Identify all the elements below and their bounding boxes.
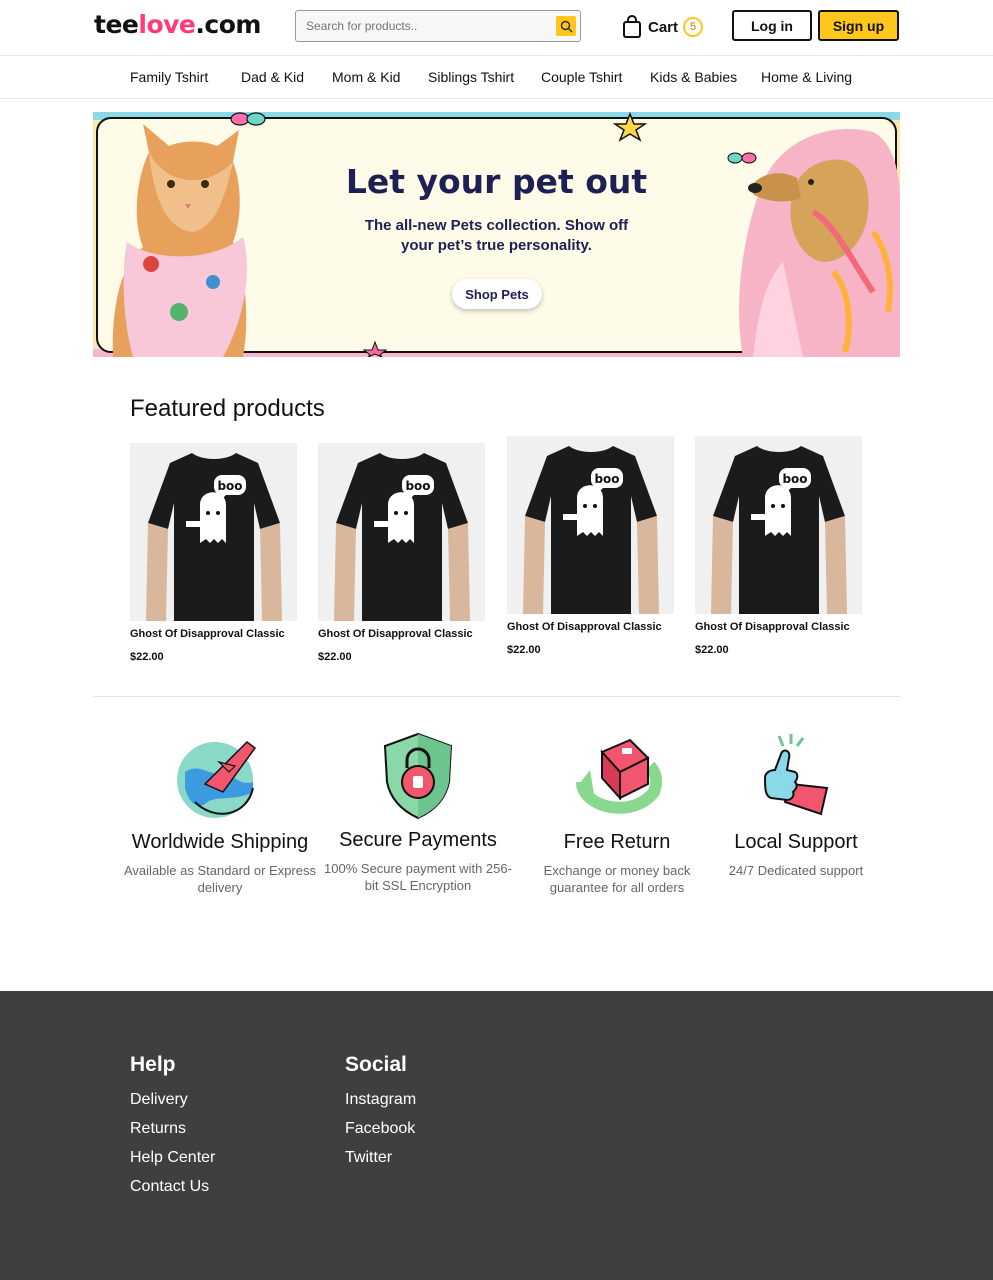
nav-item-dad-kid[interactable]: Dad & Kid <box>241 69 304 85</box>
feature-free-return: Free Return Exchange or money back guara… <box>517 732 717 896</box>
product-name[interactable]: Ghost Of Disapproval Classic <box>130 628 298 640</box>
featured-title: Featured products <box>130 395 325 422</box>
logo-text-com: .com <box>195 10 261 39</box>
tshirt-print-text: boo <box>405 479 430 493</box>
site-header: teelove.com Cart 5 Log in Sign up <box>0 0 993 56</box>
product-card[interactable]: boo Ghost Of Disapproval Classic $22.00 <box>318 443 486 663</box>
footer-link-contact-us[interactable]: Contact Us <box>130 1178 215 1196</box>
product-image[interactable]: boo <box>130 443 297 621</box>
feature-local-support: Local Support 24/7 Dedicated support <box>696 732 896 879</box>
search-icon <box>560 20 573 33</box>
shopping-bag-icon <box>623 15 641 38</box>
feature-title: Local Support <box>734 831 858 853</box>
feature-title: Secure Payments <box>339 829 497 851</box>
footer-link-returns[interactable]: Returns <box>130 1120 215 1138</box>
banner-subtitle: The all-new Pets collection. Show off yo… <box>364 217 629 254</box>
tshirt-print-text: boo <box>594 472 619 486</box>
site-footer: Help Delivery Returns Help Center Contac… <box>0 991 993 1280</box>
product-image[interactable]: boo <box>695 436 862 614</box>
footer-link-facebook[interactable]: Facebook <box>345 1120 416 1138</box>
search-box <box>295 10 581 42</box>
feature-title: Free Return <box>563 831 671 853</box>
product-name[interactable]: Ghost Of Disapproval Classic <box>318 628 486 640</box>
product-price: $22.00 <box>130 651 164 663</box>
product-price: $22.00 <box>695 644 729 656</box>
product-price: $22.00 <box>507 644 541 656</box>
nav-item-mom-kid[interactable]: Mom & Kid <box>332 69 400 85</box>
site-logo[interactable]: teelove.com <box>94 10 261 39</box>
nav-item-kids-babies[interactable]: Kids & Babies <box>650 69 737 85</box>
nav-item-family-tshirt[interactable]: Family Tshirt <box>130 69 208 85</box>
return-box-icon <box>576 738 663 814</box>
feature-description: 24/7 Dedicated support <box>728 863 864 878</box>
tshirt-ghost-image: boo <box>507 436 674 614</box>
product-card[interactable]: boo Ghost Of Disapproval Classic $22.00 <box>695 436 863 656</box>
footer-help-title: Help <box>130 1053 176 1076</box>
feature-description: 100% Secure payment with 256-bit SSL Enc… <box>324 861 512 893</box>
shop-pets-button[interactable]: Shop Pets <box>452 279 542 309</box>
shield-lock-icon <box>383 732 453 820</box>
feature-secure-payments: Secure Payments 100% Secure payment with… <box>318 730 518 894</box>
thumbs-up-icon <box>763 734 829 816</box>
footer-link-delivery[interactable]: Delivery <box>130 1091 215 1109</box>
feature-worldwide-shipping: Worldwide Shipping Available as Standard… <box>120 732 320 896</box>
tshirt-print-text: boo <box>782 472 807 486</box>
product-card[interactable]: boo Ghost Of Disapproval Classic $22.00 <box>507 436 675 656</box>
product-image[interactable]: boo <box>318 443 485 621</box>
footer-social-column: Social Instagram Facebook Twitter <box>345 1053 416 1178</box>
footer-social-title: Social <box>345 1053 407 1076</box>
feature-description: Exchange or money back guarantee for all… <box>543 863 691 895</box>
cart-count-badge: 5 <box>683 17 704 37</box>
cart-label: Cart <box>648 18 679 36</box>
login-button[interactable]: Log in <box>732 10 812 41</box>
footer-help-column: Help Delivery Returns Help Center Contac… <box>130 1053 215 1207</box>
product-price: $22.00 <box>318 651 352 663</box>
section-divider <box>93 696 900 697</box>
logo-text-love: love <box>138 10 196 39</box>
feature-description: Available as Standard or Express deliver… <box>124 863 316 895</box>
logo-text-tee: tee <box>94 10 139 39</box>
product-name[interactable]: Ghost Of Disapproval Classic <box>507 621 675 633</box>
category-nav: Family Tshirt Dad & Kid Mom & Kid Siblin… <box>0 56 993 99</box>
footer-link-help-center[interactable]: Help Center <box>130 1149 215 1167</box>
search-button[interactable] <box>556 16 576 36</box>
nav-item-siblings-tshirt[interactable]: Siblings Tshirt <box>428 69 514 85</box>
footer-link-instagram[interactable]: Instagram <box>345 1091 416 1109</box>
nav-item-home-living[interactable]: Home & Living <box>761 69 852 85</box>
product-card[interactable]: boo Ghost Of Disapproval Classic $22.00 <box>130 443 298 663</box>
tshirt-ghost-image: boo <box>695 436 862 614</box>
nav-item-couple-tshirt[interactable]: Couple Tshirt <box>541 69 622 85</box>
product-name[interactable]: Ghost Of Disapproval Classic <box>695 621 863 633</box>
search-input[interactable] <box>306 17 546 35</box>
hero-banner: Let your pet out The all-new Pets collec… <box>93 112 900 357</box>
signup-button[interactable]: Sign up <box>818 10 899 41</box>
tshirt-ghost-image: boo <box>318 443 485 621</box>
banner-title: Let your pet out <box>345 162 648 201</box>
globe-plane-icon <box>177 741 257 818</box>
footer-link-twitter[interactable]: Twitter <box>345 1149 416 1167</box>
tshirt-ghost-image: boo <box>130 443 297 621</box>
product-image[interactable]: boo <box>507 436 674 614</box>
feature-title: Worldwide Shipping <box>131 831 309 853</box>
tshirt-print-text: boo <box>217 479 242 493</box>
cart-button[interactable]: Cart 5 <box>622 14 704 40</box>
